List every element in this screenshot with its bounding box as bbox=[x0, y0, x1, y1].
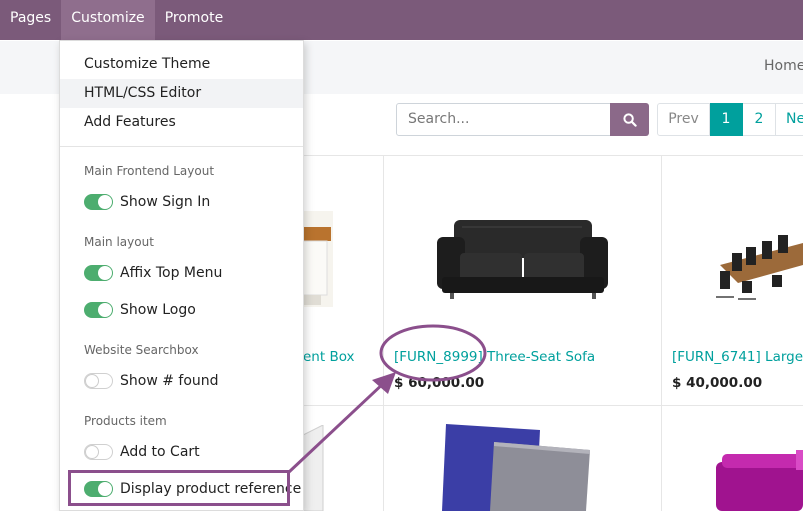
annotation-circle bbox=[379, 324, 487, 382]
annotation-overlay bbox=[287, 324, 487, 474]
annotation-arrow-line bbox=[287, 379, 388, 474]
